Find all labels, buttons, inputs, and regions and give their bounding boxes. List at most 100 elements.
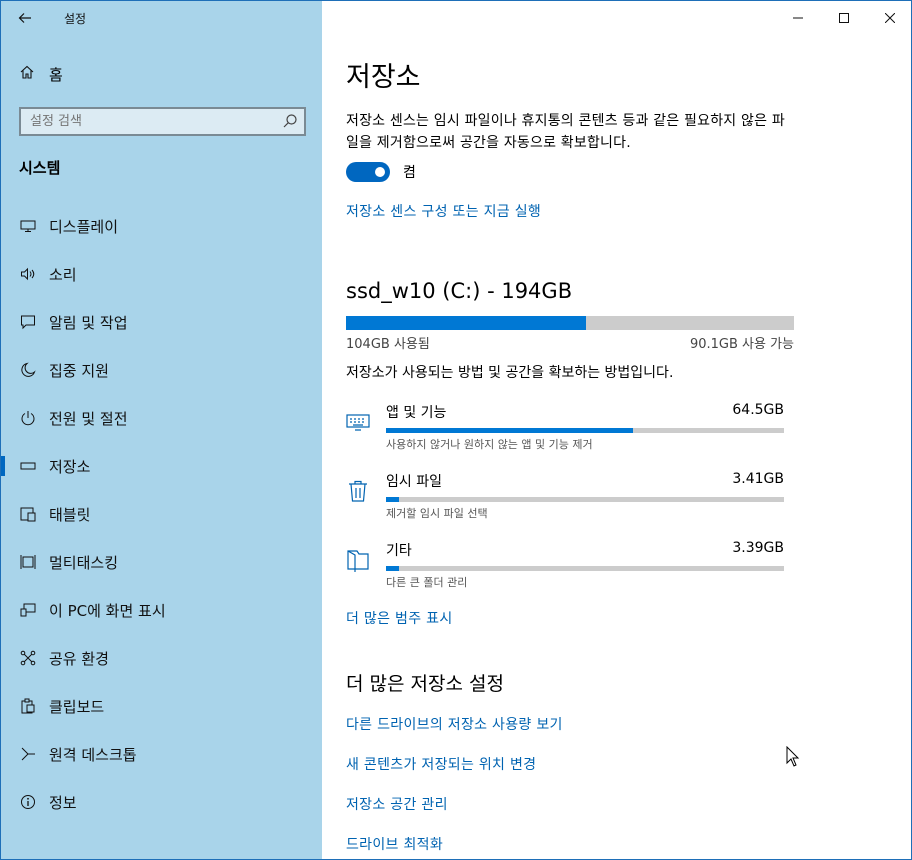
toggle-state-label: 켬 <box>403 165 416 181</box>
sidebar-item-label: 알림 및 작업 <box>49 313 128 332</box>
sidebar-item-project[interactable]: 이 PC에 화면 표시 <box>1 586 322 634</box>
category-temp-files[interactable]: 임시 파일 3.41GB 제거할 임시 파일 선택 <box>346 471 786 529</box>
category-usage-bar <box>386 566 784 571</box>
category-usage-fill <box>386 566 400 571</box>
sidebar-item-label: 원격 데스크톱 <box>49 745 137 764</box>
close-button[interactable] <box>867 1 911 35</box>
app-title: 설정 <box>64 12 87 26</box>
sidebar-item-multitasking[interactable]: 멀티태스킹 <box>1 538 322 586</box>
sidebar-item-tablet[interactable]: 태블릿 <box>1 490 322 538</box>
optimize-drives-link[interactable]: 드라이브 최적화 <box>346 834 443 854</box>
sidebar: 설정 홈 시스템 디스플레이 소리 알림 및 작업 <box>1 1 322 859</box>
configure-storage-sense-link[interactable]: 저장소 센스 구성 또는 지금 실행 <box>346 201 541 221</box>
category-subtext: 제거할 임시 파일 선택 <box>386 507 488 520</box>
home-label: 홈 <box>49 65 63 84</box>
info-icon <box>19 793 37 811</box>
category-name: 임시 파일 <box>386 474 442 490</box>
sidebar-item-label: 클립보드 <box>49 697 105 716</box>
title-bar: 설정 <box>1 1 322 35</box>
search-icon[interactable] <box>282 113 298 129</box>
sidebar-item-clipboard[interactable]: 클립보드 <box>1 682 322 730</box>
sidebar-item-label: 전원 및 절전 <box>49 409 128 428</box>
sidebar-item-label: 태블릿 <box>49 505 91 524</box>
sidebar-item-remote-desktop[interactable]: 원격 데스크톱 <box>1 730 322 778</box>
sidebar-nav: 디스플레이 소리 알림 및 작업 집중 지원 전원 및 절전 저장소 태블릿 멀… <box>1 202 322 826</box>
storage-icon <box>19 457 37 475</box>
search-input[interactable] <box>21 109 271 134</box>
sidebar-item-focus-assist[interactable]: 집중 지원 <box>1 346 322 394</box>
maximize-icon <box>839 13 849 23</box>
category-name: 앱 및 기능 <box>386 405 447 421</box>
sidebar-item-label: 공유 환경 <box>49 649 109 668</box>
storage-sense-description: 저장소 센스는 임시 파일이나 휴지통의 콘텐츠 등과 같은 필요하지 않은 파… <box>346 113 785 151</box>
available-space-label: 90.1GB 사용 가능 <box>689 337 794 352</box>
share-icon <box>19 649 37 667</box>
sidebar-item-sound[interactable]: 소리 <box>1 250 322 298</box>
sidebar-item-notifications[interactable]: 알림 및 작업 <box>1 298 322 346</box>
multitask-icon <box>19 553 37 571</box>
toggle-knob <box>375 167 385 177</box>
drive-usage-fill <box>346 316 587 330</box>
keyboard-icon <box>346 414 370 431</box>
folder-icon <box>347 550 369 572</box>
mouse-cursor-icon <box>786 746 800 767</box>
sidebar-item-label: 소리 <box>49 265 77 284</box>
trash-icon <box>349 480 367 502</box>
minimize-button[interactable] <box>775 1 821 35</box>
sidebar-item-shared-experiences[interactable]: 공유 환경 <box>1 634 322 682</box>
sidebar-item-about[interactable]: 정보 <box>1 778 322 826</box>
home-nav-item[interactable]: 홈 <box>19 61 63 87</box>
usage-description: 저장소가 사용되는 방법 및 공간을 확보하는 방법입니다. <box>346 365 674 381</box>
monitor-icon <box>19 217 37 235</box>
change-save-location-link[interactable]: 새 콘텐츠가 저장되는 위치 변경 <box>346 754 536 774</box>
sidebar-item-label: 저장소 <box>49 457 91 476</box>
category-usage-bar <box>386 497 784 502</box>
category-name: 기타 <box>386 543 412 559</box>
category-subtext: 사용하지 않거나 원하지 않는 앱 및 기능 제거 <box>386 438 593 451</box>
remote-icon <box>19 745 37 763</box>
project-icon <box>19 601 37 619</box>
tablet-icon <box>19 505 37 523</box>
section-heading: 시스템 <box>19 159 61 177</box>
storage-sense-toggle[interactable] <box>346 162 390 182</box>
show-more-categories-link[interactable]: 더 많은 범주 표시 <box>346 608 453 628</box>
category-usage-fill <box>386 428 633 433</box>
sidebar-item-power[interactable]: 전원 및 절전 <box>1 394 322 442</box>
category-size: 3.39GB <box>732 540 784 556</box>
manage-storage-spaces-link[interactable]: 저장소 공간 관리 <box>346 794 448 814</box>
speaker-icon <box>19 265 37 283</box>
drive-usage-bar <box>346 316 794 330</box>
search-box[interactable] <box>19 107 306 136</box>
sidebar-item-storage[interactable]: 저장소 <box>1 442 322 490</box>
sidebar-item-label: 멀티태스킹 <box>49 553 119 572</box>
category-size: 3.41GB <box>732 471 784 487</box>
category-usage-bar <box>386 428 784 433</box>
page-title: 저장소 <box>346 62 421 93</box>
category-size: 64.5GB <box>732 402 784 418</box>
sidebar-item-label: 집중 지원 <box>49 361 109 380</box>
main-pane: 저장소 저장소 센스는 임시 파일이나 휴지통의 콘텐츠 등과 같은 필요하지 … <box>322 1 911 859</box>
window-controls <box>775 1 911 35</box>
category-subtext: 다른 큰 폴더 관리 <box>386 576 468 589</box>
back-arrow-icon <box>18 13 31 23</box>
used-space-label: 104GB 사용됨 <box>346 337 430 352</box>
sidebar-item-display[interactable]: 디스플레이 <box>1 202 322 250</box>
category-apps-features[interactable]: 앱 및 기능 64.5GB 사용하지 않거나 원하지 않는 앱 및 기능 제거 <box>346 402 786 460</box>
sidebar-item-label: 정보 <box>49 793 77 812</box>
minimize-icon <box>793 17 803 19</box>
more-settings-heading: 더 많은 저장소 설정 <box>346 673 504 695</box>
clipboard-icon <box>19 697 37 715</box>
moon-icon <box>19 361 37 379</box>
category-other[interactable]: 기타 3.39GB 다른 큰 폴더 관리 <box>346 540 786 598</box>
home-icon <box>19 64 39 84</box>
maximize-button[interactable] <box>821 1 867 35</box>
sidebar-item-label: 디스플레이 <box>49 217 119 236</box>
power-icon <box>19 409 37 427</box>
back-button[interactable] <box>13 7 37 29</box>
settings-window: 설정 홈 시스템 디스플레이 소리 알림 및 작업 <box>0 0 912 860</box>
close-icon <box>885 13 895 23</box>
view-other-drives-link[interactable]: 다른 드라이브의 저장소 사용량 보기 <box>346 714 563 734</box>
category-usage-fill <box>386 497 400 502</box>
message-icon <box>19 313 37 331</box>
sidebar-item-label: 이 PC에 화면 표시 <box>49 601 166 620</box>
